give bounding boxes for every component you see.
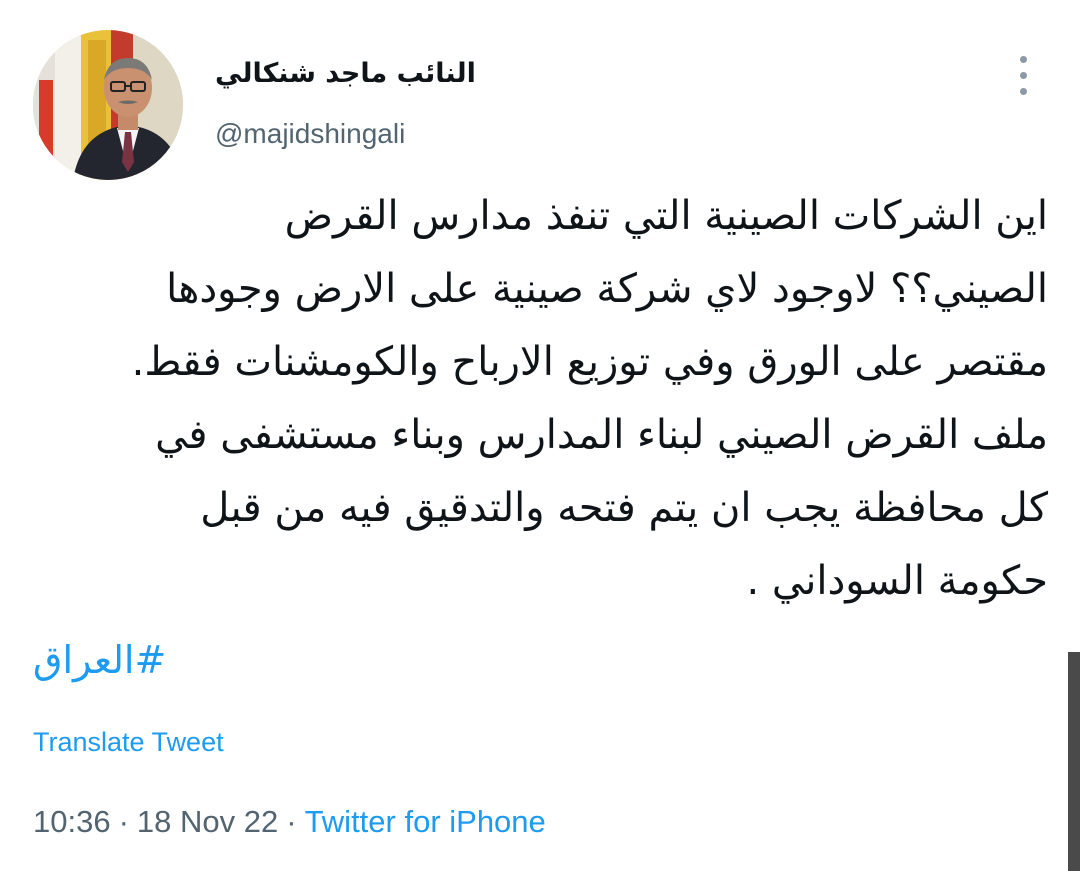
avatar-image xyxy=(33,30,183,180)
tweet-text-line: اين الشركات الصينية التي تنفذ مدارس القر… xyxy=(284,193,1048,239)
tweet-time[interactable]: 10:36 xyxy=(33,804,111,839)
tweet-date[interactable]: 18 Nov 22 xyxy=(137,804,278,839)
more-dot xyxy=(1020,72,1027,79)
tweet-metadata: 10:36 · 18 Nov 22 · Twitter for iPhone xyxy=(33,804,546,840)
tweet-header: النائب ماجد شنكالي @majidshingali xyxy=(0,28,1080,188)
meta-separator: · xyxy=(286,804,297,839)
tweet-text-line: كل محافظة يجب ان يتم فتحه والتدقيق فيه م… xyxy=(200,485,1048,531)
more-dot xyxy=(1020,56,1027,63)
more-vertical-icon[interactable] xyxy=(1006,54,1042,98)
scrollbar[interactable] xyxy=(1068,652,1080,871)
translate-tweet-link[interactable]: Translate Tweet xyxy=(33,727,224,758)
tweet-text-line: ملف القرض الصيني لبناء المدارس وبناء مست… xyxy=(155,412,1048,458)
tweet: النائب ماجد شنكالي @majidshingali اين ال… xyxy=(0,0,1080,871)
tweet-text-line: حكومة السوداني . xyxy=(746,558,1048,604)
tweet-text: اين الشركات الصينية التي تنفذ مدارس القر… xyxy=(28,180,1048,618)
author-display-name[interactable]: النائب ماجد شنكالي xyxy=(215,58,476,89)
meta-separator: · xyxy=(118,804,129,839)
avatar[interactable] xyxy=(33,30,183,180)
tweet-text-line: الصيني؟؟ لاوجود لاي شركة صينية على الارض… xyxy=(166,266,1048,312)
more-dot xyxy=(1020,88,1027,95)
hashtag-link[interactable]: #العراق xyxy=(33,638,166,682)
tweet-source-link[interactable]: Twitter for iPhone xyxy=(305,804,546,839)
tweet-text-line: مقتصر على الورق وفي توزيع الارباح والكوم… xyxy=(131,339,1048,385)
author-handle[interactable]: @majidshingali xyxy=(215,118,405,150)
